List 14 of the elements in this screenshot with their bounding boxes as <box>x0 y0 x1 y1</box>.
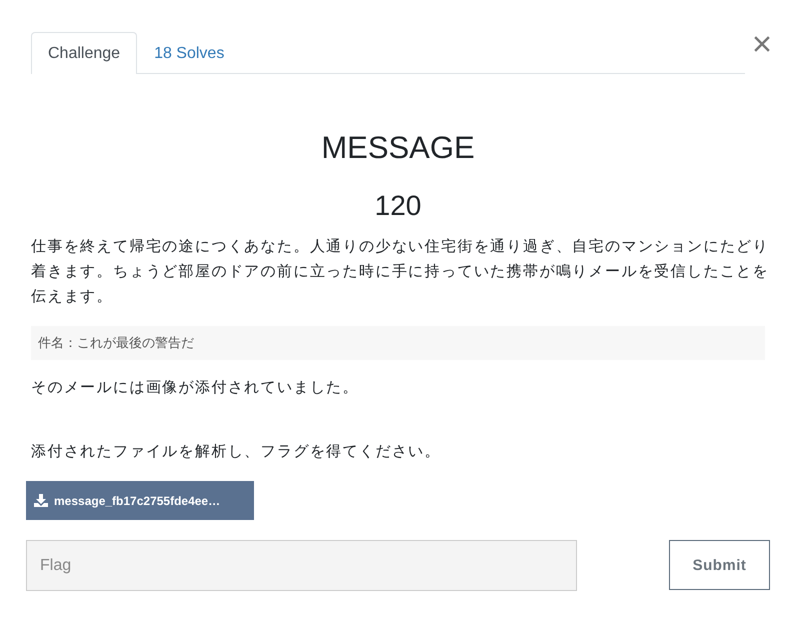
challenge-points: 120 <box>374 189 422 223</box>
description-paragraph: 添付されたファイルを解析し、フラグを得てください。 <box>31 442 442 462</box>
download-button[interactable]: message_fb17c2755fde4ee… <box>26 481 254 520</box>
tab[interactable]: Challenge <box>31 32 138 74</box>
tab[interactable]: 18 Solves <box>137 32 242 74</box>
flag-input[interactable]: Flag <box>26 540 577 591</box>
download-icon <box>34 494 48 507</box>
challenge-title: MESSAGE <box>320 129 476 167</box>
close-icon <box>754 36 770 52</box>
close-button[interactable] <box>754 36 770 52</box>
submit-button[interactable]: Submit <box>669 540 770 590</box>
description-paragraph: そのメールには画像が添付されていました。 <box>31 378 360 398</box>
subject-quote: 件名：これが最後の警告だ <box>31 326 765 360</box>
description-paragraph: 仕事を終えて帰宅の途につくあなた。人通りの少ない住宅街を通り過ぎ、自宅のマンションにたどり着きます。ちょうど部屋のドアの前に立った時に手に持っていた携帯が鳴りメールを受信したことを伝えます。 <box>31 237 770 307</box>
